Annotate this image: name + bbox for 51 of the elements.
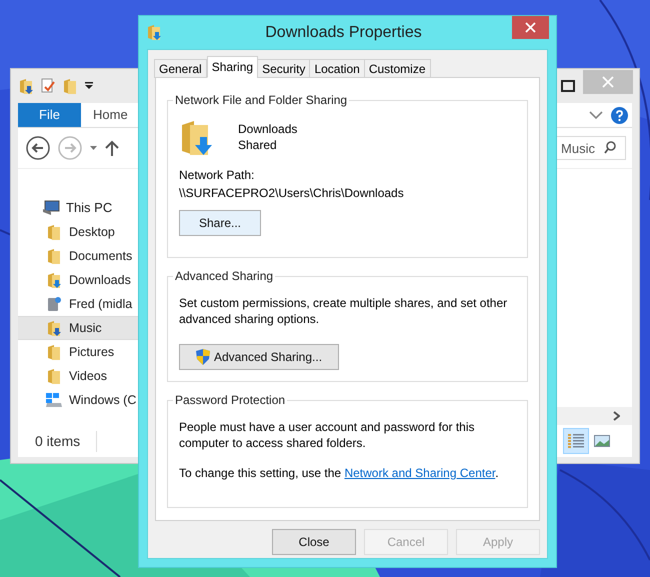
network-path: \\SURFACEPRO2\Users\Chris\Downloads bbox=[179, 185, 405, 202]
folder-icon bbox=[47, 368, 61, 384]
dropdown-icon[interactable] bbox=[85, 82, 93, 90]
tab[interactable]: Sharing bbox=[206, 56, 258, 78]
document-icon bbox=[41, 78, 55, 94]
details-view-button[interactable] bbox=[563, 428, 589, 454]
shared-folder-icon bbox=[180, 119, 214, 157]
up-arrow-icon[interactable] bbox=[105, 140, 119, 156]
maximize-icon[interactable] bbox=[561, 80, 575, 92]
close-icon bbox=[525, 22, 536, 33]
download-folder-icon bbox=[147, 24, 161, 41]
folder-name: Downloads bbox=[238, 121, 298, 137]
hint-text: To change this setting, use the Network and Sharing Center. bbox=[179, 465, 500, 481]
folder-icon bbox=[47, 224, 61, 240]
music-folder-icon bbox=[47, 320, 61, 336]
group-heading: Network File and Folder Sharing bbox=[173, 92, 350, 108]
help-icon[interactable] bbox=[611, 106, 628, 124]
ribbon-tab[interactable]: Home bbox=[81, 103, 140, 127]
shield-icon bbox=[196, 349, 210, 365]
advanced-sharing-button[interactable]: Advanced Sharing... bbox=[179, 344, 339, 370]
description-text: Set custom permissions, create multiple shares, and set other advanced sharing options. bbox=[179, 295, 508, 327]
tab[interactable]: Customize bbox=[364, 59, 430, 78]
chevron-down-icon[interactable] bbox=[589, 110, 603, 120]
close-icon bbox=[602, 76, 614, 88]
status-text: 0 items bbox=[35, 430, 98, 452]
file-tab[interactable]: File bbox=[18, 103, 81, 127]
window-title: Downloads Properties bbox=[264, 22, 423, 42]
share-button[interactable]: Share... bbox=[179, 210, 261, 236]
drive-icon bbox=[45, 392, 63, 408]
details-view-icon bbox=[568, 434, 584, 448]
caret-icon[interactable] bbox=[90, 146, 97, 150]
picture-view-icon bbox=[594, 435, 610, 447]
tab[interactable]: Security bbox=[257, 59, 310, 78]
sharing-status: Shared bbox=[238, 137, 278, 153]
folder-icon bbox=[63, 78, 77, 94]
folder-icon bbox=[47, 248, 61, 264]
description-text: People must have a user account and password for this computer to access shared folders. bbox=[179, 419, 476, 451]
search-icon bbox=[604, 141, 616, 154]
close-button[interactable] bbox=[512, 16, 549, 39]
music-folder-icon bbox=[19, 78, 33, 94]
computer-icon bbox=[42, 200, 60, 216]
network-sharing-link[interactable]: Network and Sharing Center bbox=[344, 466, 496, 480]
path-label: Network Path: bbox=[179, 167, 256, 184]
dialog-button[interactable]: Close bbox=[272, 529, 356, 555]
folder-icon bbox=[47, 344, 61, 360]
scroll-right-icon[interactable] bbox=[613, 411, 620, 421]
tab[interactable]: General bbox=[154, 59, 207, 78]
network-drive-icon bbox=[46, 296, 62, 312]
back-icon[interactable] bbox=[26, 136, 50, 160]
download-folder-icon bbox=[47, 272, 61, 288]
group-heading: Advanced Sharing bbox=[173, 268, 276, 284]
